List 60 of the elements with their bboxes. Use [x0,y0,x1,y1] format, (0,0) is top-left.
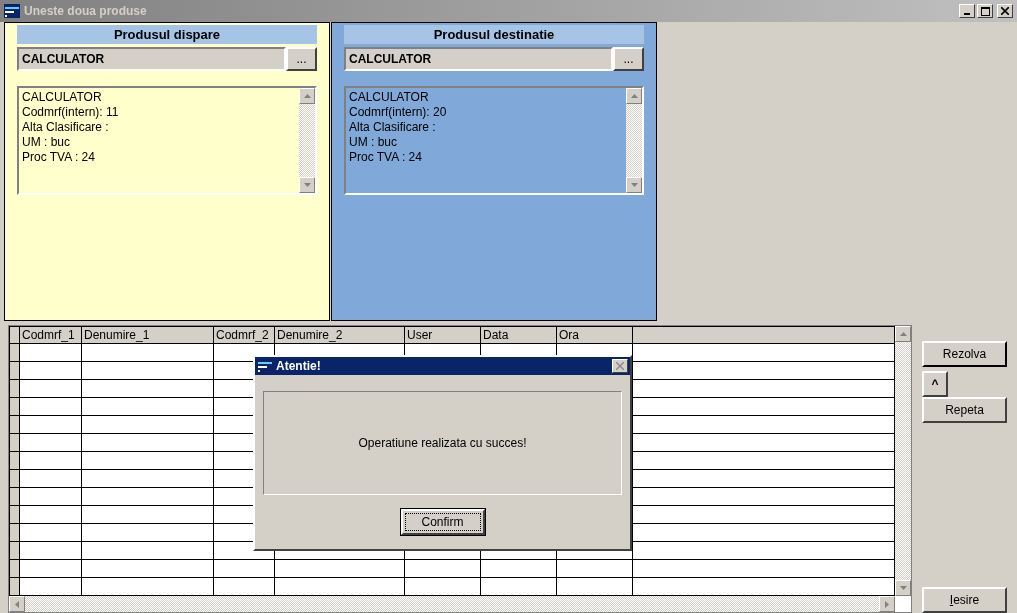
repeat-button[interactable]: Repeta [922,397,1007,423]
detail-line: Proc TVA : 24 [349,150,423,165]
close-icon [1001,7,1009,15]
down-triangle-icon [303,183,311,187]
close-button[interactable] [612,359,628,373]
detail-line: Alta Clasificare : [349,120,437,135]
dialog-title: Atentie! [276,359,321,373]
confirm-button[interactable]: Confirm [400,509,485,535]
detail-line: UM : buc [22,135,71,150]
app-icon [4,4,20,18]
exit-button[interactable]: Iesire [922,587,1007,613]
maximize-icon [980,6,990,16]
scroll-up-button[interactable] [895,326,911,342]
scroll-up-button[interactable] [626,88,642,104]
horizontal-scrollbar[interactable] [9,596,895,612]
browse-button[interactable]: ... [613,47,644,71]
panel-title: Produsul dispare [17,25,317,44]
scroll-left-button[interactable] [9,596,25,612]
panel-title: Produsul destinatie [344,25,644,44]
column-header[interactable]: Data [480,326,557,344]
scroll-down-button[interactable] [895,580,911,596]
detail-line: CALCULATOR [22,90,103,105]
column-header[interactable]: Denumire_2 [274,326,405,344]
minimize-button[interactable] [959,4,975,18]
window-title: Uneste doua produse [24,4,147,18]
column-header[interactable]: Codmrf_2 [213,326,275,344]
detail-line: CALCULATOR [349,90,430,105]
up-triangle-icon [899,332,907,336]
left-triangle-icon [15,600,19,608]
maximize-button[interactable] [977,4,993,18]
detail-line: Alta Clasificare : [22,120,110,135]
column-header[interactable]: Codmrf_1 [19,326,82,344]
detail-line: Proc TVA : 24 [22,150,96,165]
product-field[interactable]: CALCULATOR [17,47,286,71]
dialog-message: Operatiune realizata cu succes! [358,436,527,450]
detail-line: Codmrf(intern): 20 [349,105,448,120]
close-icon [616,362,624,370]
app-icon [257,359,273,373]
scroll-up-button[interactable] [299,88,315,104]
right-triangle-icon [885,600,889,608]
up-triangle-icon [630,94,638,98]
vertical-scrollbar[interactable] [895,326,911,596]
browse-button[interactable]: ... [286,47,317,71]
product-field[interactable]: CALCULATOR [344,47,613,71]
column-header[interactable]: Denumire_1 [81,326,214,344]
close-button[interactable] [997,4,1013,18]
up-button[interactable]: ^ [922,371,948,397]
vertical-scrollbar[interactable] [299,88,315,193]
down-triangle-icon [630,183,638,187]
vertical-scrollbar[interactable] [626,88,642,193]
up-triangle-icon [303,94,311,98]
scroll-down-button[interactable] [626,177,642,193]
down-triangle-icon [899,586,907,590]
scroll-right-button[interactable] [879,596,895,612]
scroll-down-button[interactable] [299,177,315,193]
detail-line: Codmrf(intern): 11 [22,105,120,120]
column-header[interactable]: Ora [556,326,633,344]
resolve-button[interactable]: Rezolva [922,341,1007,367]
column-header[interactable]: User [404,326,481,344]
detail-line: UM : buc [349,135,398,150]
